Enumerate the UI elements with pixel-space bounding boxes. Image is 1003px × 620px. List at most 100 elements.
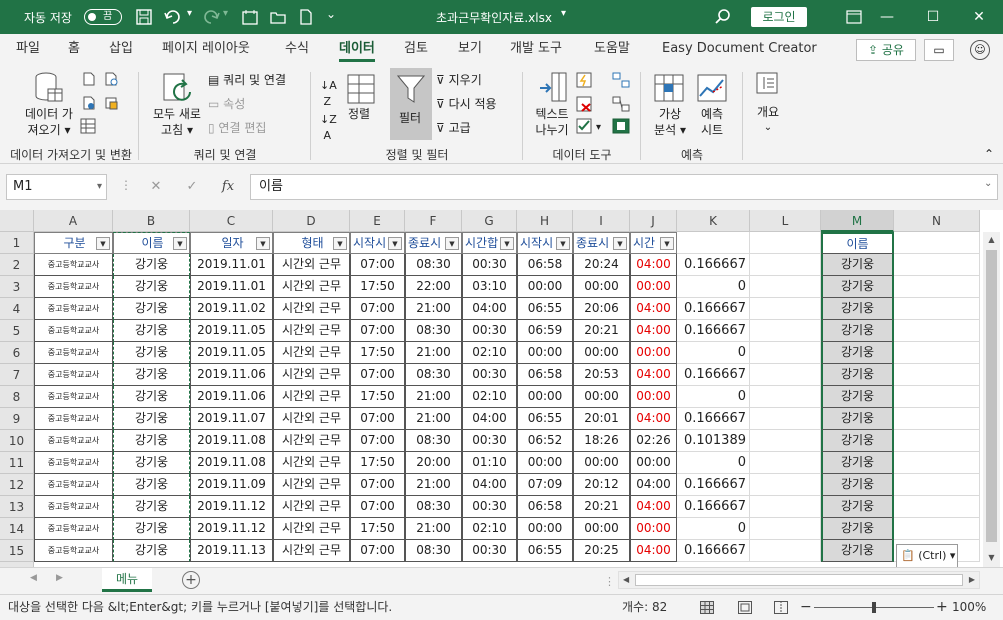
filter-dropdown-icon[interactable]: ▼ — [556, 237, 570, 250]
undo-dropdown-icon[interactable]: ▾ — [187, 8, 192, 19]
table-cell[interactable]: 00:00 — [573, 386, 630, 408]
table-cell[interactable]: 0.166667 — [677, 254, 750, 276]
table-cell[interactable]: 00:00 — [630, 518, 677, 540]
header-cell[interactable]: 종료시 ▼ — [573, 232, 630, 254]
table-cell[interactable]: 00:00 — [517, 452, 573, 474]
table-cell[interactable]: 04:00 — [630, 474, 677, 496]
table-cell[interactable]: 시간외 근무 — [273, 430, 350, 452]
table-cell[interactable]: 20:01 — [573, 408, 630, 430]
table-cell[interactable]: 2019.11.09 — [190, 474, 273, 496]
m-column-cell[interactable]: 강기웅 — [821, 320, 894, 342]
cell[interactable] — [894, 298, 980, 320]
m-column-cell[interactable]: 강기웅 — [821, 298, 894, 320]
page-break-view-icon[interactable] — [774, 601, 788, 614]
m-column-cell[interactable]: 강기웅 — [821, 386, 894, 408]
table-cell[interactable]: 06:59 — [517, 320, 573, 342]
cell[interactable] — [750, 320, 821, 342]
table-cell[interactable]: 21:00 — [405, 408, 462, 430]
table-cell[interactable]: 20:53 — [573, 364, 630, 386]
table-cell[interactable]: 06:58 — [517, 364, 573, 386]
filter-dropdown-icon[interactable]: ▼ — [613, 237, 627, 250]
undo-icon[interactable] — [164, 9, 182, 25]
ribbon-display-icon[interactable] — [846, 10, 862, 24]
whatif-analysis-button[interactable]: 가상 분석 ▾ — [650, 106, 690, 138]
cell[interactable] — [894, 364, 980, 386]
table-cell[interactable]: 07:00 — [350, 320, 405, 342]
tab-easy-document-creator[interactable]: Easy Document Creator — [662, 34, 817, 64]
filter-button[interactable]: 필터 — [390, 68, 432, 140]
column-header-m[interactable]: M — [821, 210, 894, 232]
table-cell[interactable]: 강기웅 — [113, 254, 190, 276]
zoom-out-icon[interactable]: − — [800, 595, 812, 620]
normal-view-icon[interactable] — [700, 601, 714, 614]
cell[interactable] — [750, 276, 821, 298]
row-header[interactable]: 10 — [0, 430, 34, 452]
open-icon[interactable] — [270, 9, 286, 25]
cell[interactable] — [894, 496, 980, 518]
table-cell[interactable]: 강기웅 — [113, 540, 190, 562]
minimize-button[interactable]: — — [864, 0, 910, 34]
table-cell[interactable]: 강기웅 — [113, 342, 190, 364]
table-cell[interactable]: 08:30 — [405, 320, 462, 342]
table-cell[interactable]: 03:10 — [462, 276, 517, 298]
table-cell[interactable]: 08:30 — [405, 254, 462, 276]
scroll-right-icon[interactable]: ▶ — [969, 572, 975, 588]
remove-duplicates-icon[interactable] — [576, 96, 592, 112]
table-cell[interactable]: 0 — [677, 276, 750, 298]
horizontal-scrollbar[interactable]: ◀ ▶ — [618, 571, 980, 589]
table-cell[interactable]: 20:06 — [573, 298, 630, 320]
table-cell[interactable]: 20:21 — [573, 496, 630, 518]
table-cell[interactable]: 중고등학교교사 — [34, 298, 113, 320]
m-column-cell[interactable]: 강기웅 — [821, 540, 894, 562]
outline-button[interactable]: 개요 ⌄ — [756, 104, 780, 136]
table-cell[interactable]: 20:24 — [573, 254, 630, 276]
column-header-n[interactable]: N — [894, 210, 980, 232]
horizontal-scroll-thumb[interactable] — [635, 574, 963, 586]
table-cell[interactable]: 강기웅 — [113, 386, 190, 408]
tab-home[interactable]: 홈 — [68, 34, 80, 64]
table-cell[interactable]: 0.101389 — [677, 430, 750, 452]
filter-dropdown-icon[interactable]: ▼ — [445, 237, 459, 250]
header-cell[interactable]: 시간 ▼ — [630, 232, 677, 254]
table-cell[interactable]: 2019.11.08 — [190, 452, 273, 474]
table-cell[interactable]: 시간외 근무 — [273, 386, 350, 408]
table-cell[interactable]: 00:00 — [517, 276, 573, 298]
m-column-cell[interactable]: 강기웅 — [821, 474, 894, 496]
table-cell[interactable]: 07:00 — [350, 408, 405, 430]
filename-dropdown-icon[interactable]: ▾ — [561, 8, 566, 19]
row-header[interactable]: 11 — [0, 452, 34, 474]
tab-splitter-icon[interactable]: ⋮ — [604, 575, 615, 588]
m-column-cell[interactable]: 강기웅 — [821, 430, 894, 452]
column-header-f[interactable]: F — [405, 210, 462, 232]
table-cell[interactable]: 시간외 근무 — [273, 254, 350, 276]
relationships-icon[interactable] — [612, 96, 630, 112]
next-sheet-icon[interactable]: ▶ — [56, 573, 63, 583]
m-column-cell[interactable]: 강기웅 — [821, 518, 894, 540]
m-column-cell[interactable]: 강기웅 — [821, 254, 894, 276]
cell[interactable] — [750, 364, 821, 386]
scroll-up-icon[interactable]: ▲ — [983, 232, 1000, 248]
comments-button[interactable]: ▭ — [924, 39, 954, 61]
table-cell[interactable]: 17:50 — [350, 518, 405, 540]
header-cell[interactable]: 시작시 ▼ — [517, 232, 573, 254]
table-cell[interactable]: 20:12 — [573, 474, 630, 496]
table-cell[interactable]: 중고등학교교사 — [34, 430, 113, 452]
row-header[interactable]: 6 — [0, 342, 34, 364]
table-cell[interactable]: 07:00 — [350, 430, 405, 452]
table-cell[interactable]: 08:30 — [405, 540, 462, 562]
filter-dropdown-icon[interactable]: ▼ — [333, 237, 347, 250]
row-header[interactable]: 12 — [0, 474, 34, 496]
name-box[interactable]: M1 ▾ — [6, 174, 107, 200]
cancel-icon[interactable]: ✕ — [144, 174, 168, 200]
tab-data[interactable]: 데이터 — [339, 34, 375, 64]
table-cell[interactable]: 00:00 — [630, 342, 677, 364]
table-cell[interactable]: 시간외 근무 — [273, 342, 350, 364]
row-header[interactable]: 1 — [0, 232, 34, 254]
table-cell[interactable]: 0 — [677, 386, 750, 408]
zoom-in-icon[interactable]: + — [936, 595, 948, 620]
table-cell[interactable]: 07:09 — [517, 474, 573, 496]
cell[interactable] — [750, 298, 821, 320]
table-cell[interactable]: 중고등학교교사 — [34, 364, 113, 386]
table-cell[interactable]: 07:00 — [350, 474, 405, 496]
table-cell[interactable]: 01:10 — [462, 452, 517, 474]
